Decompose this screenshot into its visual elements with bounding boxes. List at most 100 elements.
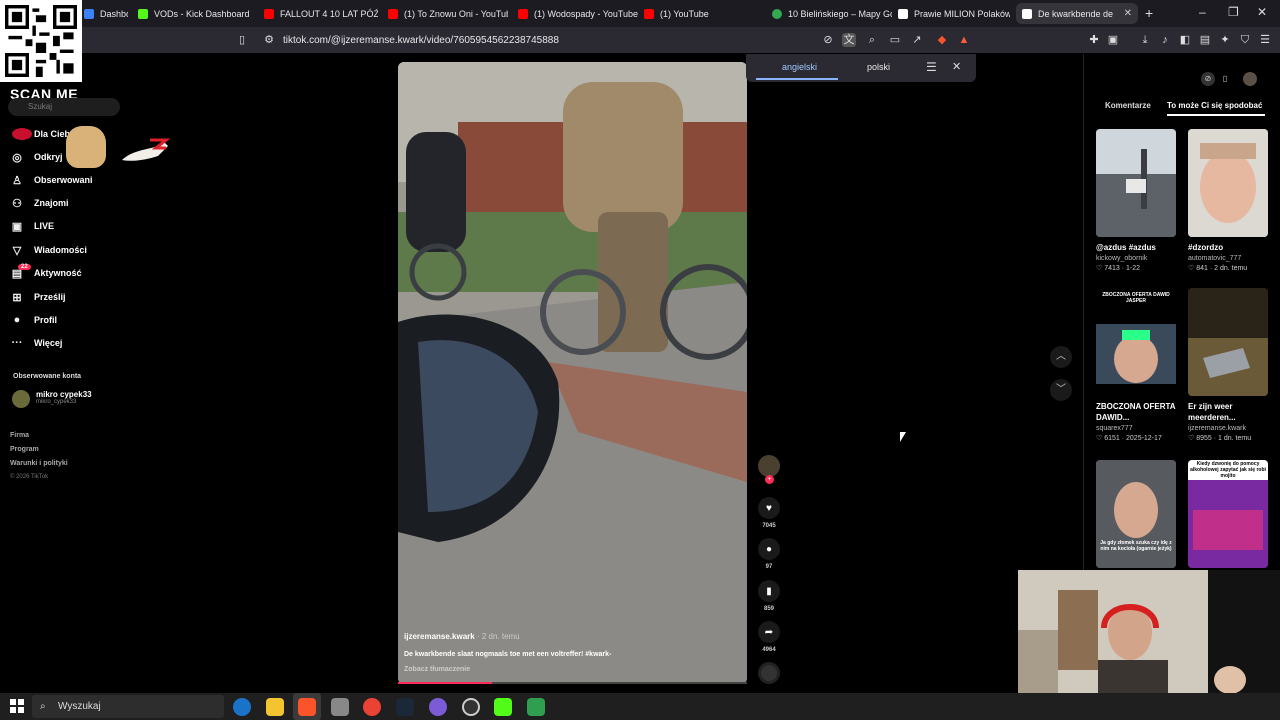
vpn-icon[interactable]: ⛉ — [1238, 33, 1252, 47]
tiktok-favicon-icon — [1022, 8, 1032, 19]
bookmark-icon[interactable]: ▯ — [235, 33, 249, 47]
search-input[interactable]: Szukaj — [8, 98, 120, 116]
sidebar-icon[interactable]: ◧ — [1178, 33, 1192, 47]
bookmark-icon: ▮ — [758, 580, 780, 602]
phone-icon[interactable]: ▯ — [1218, 72, 1232, 86]
user-icon: ♙ — [12, 174, 22, 187]
rewards-icon[interactable]: ▲ — [957, 33, 971, 47]
card-user: kickowy_obornik — [1096, 255, 1148, 262]
browser-tab[interactable]: 10 Bielińskiego – Mapy Go — [766, 3, 892, 24]
footer-link-company[interactable]: Firma — [10, 432, 29, 439]
edge-icon[interactable] — [233, 698, 251, 716]
browser-tab[interactable]: (1) YouTube — [638, 3, 764, 24]
site-settings-icon[interactable]: ⚙ — [262, 33, 276, 47]
account-name: mikro cypek33 — [36, 390, 92, 399]
close-window-button[interactable]: ✕ — [1257, 5, 1267, 19]
sidebar-item-live[interactable]: ▣ LIVE — [10, 216, 54, 236]
comment-button[interactable]: ● 97 — [758, 538, 780, 570]
video-player[interactable] — [398, 62, 747, 684]
tab-close-icon[interactable]: ✕ — [1124, 8, 1132, 19]
recommended-card[interactable]: ZBOCZONA OFERTA DAWID JASPER ZBOCZONA OF… — [1096, 288, 1176, 442]
sidebar-item-upload[interactable]: ⊞ Prześlij — [10, 287, 65, 307]
music-icon[interactable]: ♪ — [1158, 33, 1172, 47]
sidebar-item-friends[interactable]: ⚇ Znajomi — [10, 193, 68, 213]
next-video-button[interactable]: ﹀ — [1050, 379, 1072, 401]
taskbar-search[interactable]: ⌕ Wyszukaj — [32, 695, 224, 718]
friends-icon: ⚇ — [12, 197, 22, 210]
video-progress[interactable] — [398, 682, 747, 684]
browser-tab[interactable]: (1) Wodospady - YouTube — [512, 3, 638, 24]
sidebar-item-more[interactable]: ··· Więcej — [10, 333, 63, 353]
followed-account[interactable]: mikro cypek33 mikro_cypek33 — [12, 390, 92, 408]
target-language-tab[interactable]: polski — [867, 62, 890, 72]
creator-avatar[interactable] — [758, 455, 780, 477]
block-icon[interactable]: ⊘ — [1201, 72, 1215, 86]
see-translation-link[interactable]: Zobacz tłumaczenie — [404, 666, 470, 673]
avatar[interactable] — [1243, 72, 1257, 86]
recommended-card[interactable]: @azdus #azdus kickowy_obornik ♡ 7413 · 1… — [1096, 129, 1176, 272]
translate-icon[interactable]: 文 — [842, 33, 856, 47]
sidebar-item-explore[interactable]: ◎ Odkryj — [10, 147, 62, 167]
video-author[interactable]: ijzeremanse.kwark · 2 dn. temu — [404, 632, 520, 641]
tab-recommended[interactable]: To może Ci się spodobać — [1167, 101, 1262, 110]
new-tab-button[interactable]: + — [1145, 5, 1153, 21]
sidebar-item-profile[interactable]: ● Profil — [10, 310, 57, 330]
menu-icon[interactable]: ☰ — [1258, 33, 1272, 47]
restore-button[interactable]: ❐ — [1228, 5, 1239, 19]
browser-tab[interactable]: Prawie MILION Polaków b — [892, 3, 1010, 24]
like-button[interactable]: ♥ 7045 — [758, 497, 780, 529]
kick-icon[interactable] — [494, 698, 512, 716]
screen-icon[interactable]: ▭ — [888, 33, 902, 47]
zoom-icon[interactable]: ⌕ — [865, 33, 879, 47]
app-icon[interactable] — [527, 698, 545, 716]
recommended-card[interactable]: #dzordzo automatovic_777 ♡ 841 · 2 dn. t… — [1188, 129, 1268, 272]
card-stats: ♡ 8955 · 1 dn. temu — [1188, 435, 1252, 442]
sidebar-item-activity[interactable]: ▤ 22 Aktywność — [10, 263, 82, 283]
share-button[interactable]: ➦ 4964 — [758, 621, 780, 653]
app-icon[interactable] — [462, 698, 480, 716]
browser-tab-active[interactable]: De kwarkbende de ✕ — [1016, 3, 1138, 24]
hamburger-menu-icon[interactable]: ☰ — [926, 60, 937, 74]
source-language-tab[interactable]: angielski — [782, 62, 817, 72]
steam-icon[interactable] — [396, 698, 414, 716]
recommended-card[interactable]: Er zijn weer meerderen... ijzeremanse.kw… — [1188, 288, 1268, 442]
browser-tab[interactable]: FALLOUT 4 10 LAT PÓŹNIE — [258, 3, 378, 24]
chrome-icon[interactable] — [363, 698, 381, 716]
browser-tab[interactable]: VODs - Kick Dashboard — [132, 3, 254, 24]
file-explorer-icon[interactable] — [266, 698, 284, 716]
close-icon[interactable]: ✕ — [952, 60, 961, 73]
footer-link-terms[interactable]: Warunki i polityki — [10, 460, 68, 467]
music-disc-icon[interactable] — [758, 662, 780, 684]
windows-start-icon[interactable] — [10, 699, 24, 713]
sidebar-item-following[interactable]: ♙ Obserwowani — [10, 170, 92, 190]
download-icon[interactable]: ⤓ — [1138, 33, 1152, 47]
sidebar-item-messages[interactable]: ▽ Wiadomości — [10, 240, 87, 260]
lips-sticker-icon — [12, 128, 32, 140]
save-count: 859 — [763, 606, 774, 612]
share-icon[interactable]: ↗ — [910, 33, 924, 47]
app-icon[interactable] — [331, 698, 349, 716]
browser-tab[interactable]: (1) To Znowu Oni - YouTub — [382, 3, 508, 24]
wallet-icon[interactable]: ▣ — [1106, 33, 1120, 47]
video-thumbnail — [1188, 129, 1268, 237]
footer-link-program[interactable]: Program — [10, 446, 39, 453]
url-field[interactable]: tiktok.com/@ijzeremanse.kwark/video/7605… — [283, 35, 559, 46]
obs-icon[interactable] — [429, 698, 447, 716]
tabs-icon[interactable]: ▤ — [1198, 33, 1212, 47]
brave-icon[interactable] — [298, 698, 316, 716]
browser-tab[interactable]: Dashbo — [78, 3, 128, 24]
extensions-icon[interactable]: ✚ — [1087, 33, 1101, 47]
save-button[interactable]: ▮ 859 — [758, 580, 780, 612]
tab-comments[interactable]: Komentarze — [1105, 101, 1151, 110]
ai-icon[interactable]: ✦ — [1218, 33, 1232, 47]
minimize-button[interactable]: – — [1199, 5, 1206, 19]
previous-video-button[interactable]: ︿ — [1050, 346, 1072, 368]
profile-icon: ● — [13, 314, 21, 326]
block-icon[interactable]: ⊘ — [821, 33, 835, 47]
follow-plus-icon[interactable]: + — [765, 475, 774, 484]
recommended-card[interactable]: Kiedy dzwonię do pomocy alkoholowej zapy… — [1188, 460, 1268, 568]
thumbnail-text: Kiedy dzwonię do pomocy alkoholowej zapy… — [1188, 460, 1268, 480]
recommended-card[interactable]: Ja gdy złomek szuka czy idę z nim na koc… — [1096, 460, 1176, 568]
brave-shield-icon[interactable]: ◆ — [935, 33, 949, 47]
youtube-favicon-icon — [644, 8, 654, 19]
